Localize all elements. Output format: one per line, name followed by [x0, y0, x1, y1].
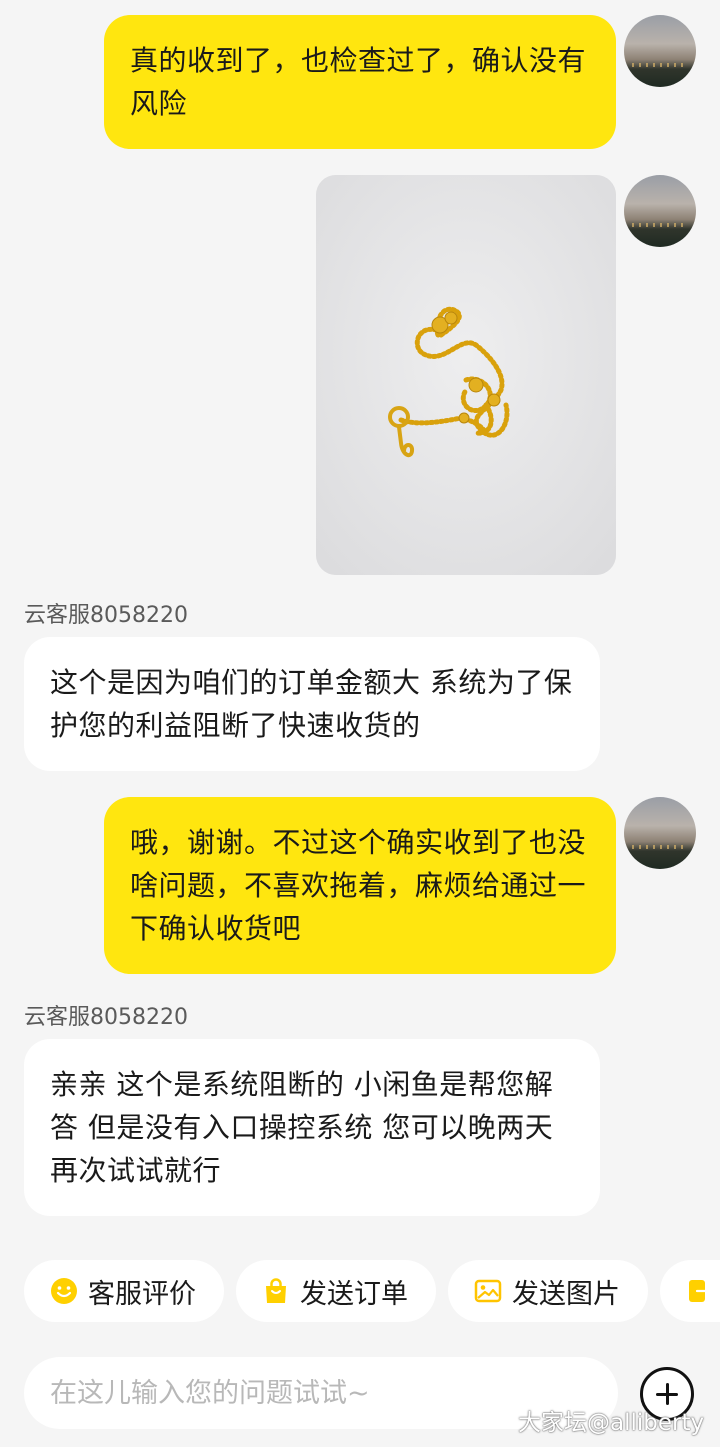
message-text: 亲亲 这个是系统阻断的 小闲鱼是帮您解答 但是没有入口操控系统 您可以晚两天再次… — [50, 1068, 554, 1187]
message-text: 这个是因为咱们的订单金额大 系统为了保护您的利益阻断了快速收货的 — [50, 666, 573, 742]
sender-name: 云客服8058220 — [24, 603, 188, 628]
rate-service-label: 客服评价 — [88, 1278, 196, 1310]
rate-service-button[interactable]: 客服评价 — [24, 1260, 224, 1322]
gold-necklace-image — [316, 175, 616, 575]
sender-name: 云客服8058220 — [24, 1005, 188, 1030]
chat-screen: 真的收到了，也检查过了，确认没有风险 云客服8058220 这个是因为咱们的订单… — [0, 0, 720, 1447]
send-order-label: 发送订单 — [300, 1278, 408, 1310]
my-avatar[interactable] — [624, 175, 696, 247]
agent-message-bubble[interactable]: 这个是因为咱们的订单金额大 系统为了保护您的利益阻断了快速收货的 — [24, 637, 600, 771]
my-message-bubble[interactable]: 真的收到了，也检查过了，确认没有风险 — [104, 15, 616, 149]
message-text: 真的收到了，也检查过了，确认没有风险 — [130, 44, 587, 120]
agent-message-bubble[interactable]: 亲亲 这个是系统阻断的 小闲鱼是帮您解答 但是没有入口操控系统 您可以晚两天再次… — [24, 1039, 600, 1216]
shopping-bag-icon — [266, 1278, 286, 1303]
watermark: 大家坛@alliberty — [518, 1410, 705, 1436]
sent-photo[interactable] — [316, 175, 616, 575]
smile-icon — [51, 1278, 77, 1304]
more-actions-button[interactable] — [660, 1260, 720, 1322]
message-text: 哦，谢谢。不过这个确实收到了也没啥问题，不喜欢拖着，麻烦给通过一下确认收货吧 — [130, 826, 587, 945]
send-order-button[interactable]: 发送订单 — [236, 1260, 436, 1322]
send-image-button[interactable]: 发送图片 — [448, 1260, 648, 1322]
my-avatar[interactable] — [624, 15, 696, 87]
my-message-bubble[interactable]: 哦，谢谢。不过这个确实收到了也没啥问题，不喜欢拖着，麻烦给通过一下确认收货吧 — [104, 797, 616, 974]
exit-icon — [689, 1280, 713, 1302]
send-image-label: 发送图片 — [512, 1278, 620, 1310]
image-icon — [474, 1279, 502, 1303]
my-avatar[interactable] — [624, 797, 696, 869]
